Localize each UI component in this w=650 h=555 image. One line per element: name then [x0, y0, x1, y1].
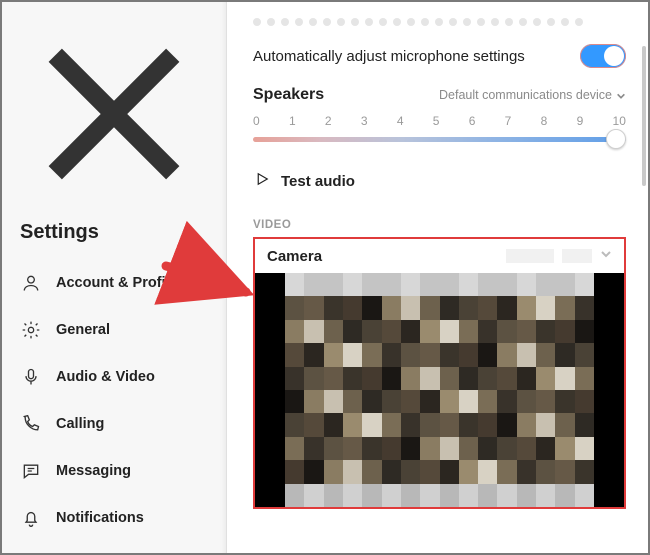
- phone-icon: [20, 413, 42, 435]
- sidebar-item-label: Audio & Video: [56, 369, 155, 385]
- settings-window: Settings Account & Profile General Audio…: [0, 0, 650, 555]
- speakers-device-label: Default communications device: [439, 88, 612, 102]
- settings-main: Automatically adjust microphone settings…: [227, 2, 648, 553]
- chevron-down-icon: [616, 90, 626, 100]
- person-icon: [20, 272, 42, 294]
- close-icon[interactable]: [20, 195, 208, 212]
- volume-ticks: 0 1 2 3 4 5 6 7 8 9 10: [253, 114, 626, 128]
- sidebar-item-contacts[interactable]: Contacts: [2, 542, 226, 555]
- camera-section-highlight: Camera: [253, 237, 626, 509]
- camera-header: Camera: [255, 239, 624, 273]
- play-icon: [253, 170, 271, 193]
- settings-title: Settings: [2, 213, 226, 260]
- settings-sidebar: Settings Account & Profile General Audio…: [2, 2, 227, 553]
- test-audio-button[interactable]: Test audio: [253, 170, 626, 193]
- message-icon: [20, 460, 42, 482]
- chevron-down-icon: [600, 247, 612, 265]
- speakers-device-select[interactable]: Default communications device: [439, 88, 626, 102]
- sidebar-item-general[interactable]: General: [2, 307, 226, 354]
- camera-device-select[interactable]: [506, 247, 612, 265]
- bell-icon: [20, 507, 42, 529]
- auto-adjust-mic-label: Automatically adjust microphone settings: [253, 48, 525, 65]
- speakers-heading: Speakers: [253, 86, 324, 104]
- sidebar-item-label: Notifications: [56, 510, 144, 526]
- camera-heading: Camera: [267, 248, 322, 265]
- sidebar-item-calling[interactable]: Calling: [2, 401, 226, 448]
- speakers-header: Speakers Default communications device: [253, 86, 626, 104]
- sidebar-item-label: Account & Profile: [56, 275, 178, 291]
- auto-adjust-mic-row: Automatically adjust microphone settings: [253, 40, 626, 86]
- sidebar-item-label: General: [56, 322, 110, 338]
- sidebar-item-label: Calling: [56, 416, 104, 432]
- scrollbar[interactable]: [642, 46, 646, 186]
- sidebar-item-messaging[interactable]: Messaging: [2, 448, 226, 495]
- sidebar-item-audio-video[interactable]: Audio & Video: [2, 354, 226, 401]
- mic-icon: [20, 366, 42, 388]
- main-scroll: Automatically adjust microphone settings…: [227, 2, 642, 553]
- camera-device-placeholder: [562, 249, 592, 263]
- settings-nav: Account & Profile General Audio & Video …: [2, 260, 226, 555]
- gear-icon: [20, 319, 42, 341]
- sidebar-item-notifications[interactable]: Notifications: [2, 495, 226, 542]
- test-audio-label: Test audio: [281, 173, 355, 190]
- speakers-volume-slider[interactable]: [253, 130, 626, 148]
- sidebar-item-account-profile[interactable]: Account & Profile: [2, 260, 226, 307]
- camera-device-placeholder: [506, 249, 554, 263]
- auto-adjust-mic-toggle[interactable]: [580, 44, 626, 68]
- sidebar-item-label: Messaging: [56, 463, 131, 479]
- mic-level-dots: [253, 12, 626, 40]
- slider-knob[interactable]: [606, 129, 626, 149]
- video-section-label: VIDEO: [253, 219, 626, 231]
- camera-preview: [255, 273, 624, 507]
